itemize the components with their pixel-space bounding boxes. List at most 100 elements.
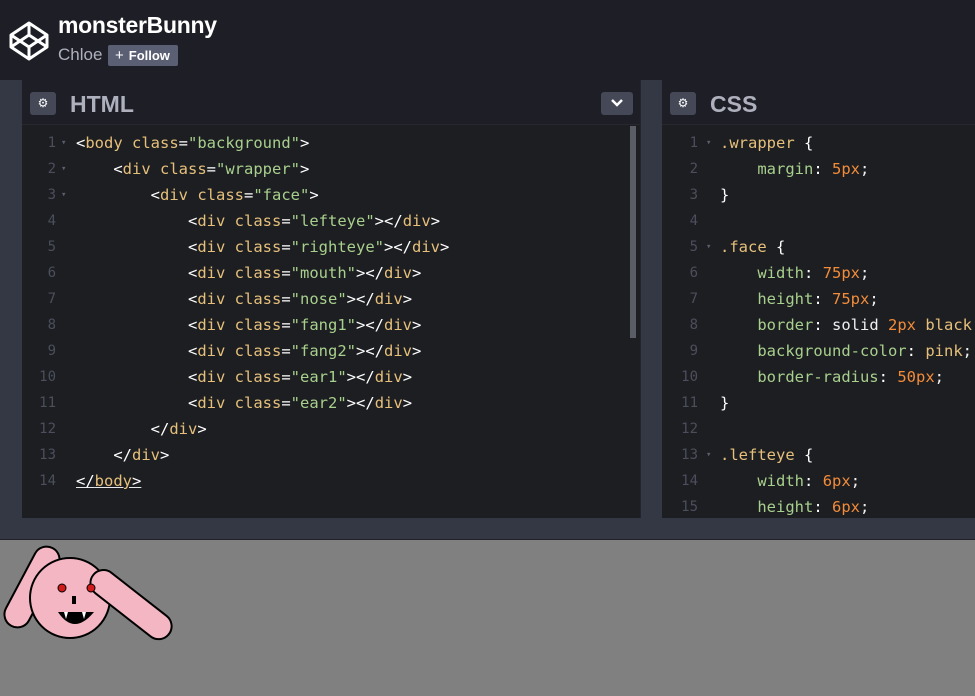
code-text: </div> <box>150 420 207 438</box>
code-text: width: 6px; <box>757 472 861 490</box>
code-text: margin: 5px; <box>757 160 870 178</box>
code-line[interactable]: 11} <box>662 390 975 416</box>
code-line[interactable]: 1 ▾ <body class="background"> <box>22 130 640 156</box>
line-number: 11 <box>681 395 698 411</box>
line-number: 7 <box>47 291 56 307</box>
code-line[interactable]: 4 <div class="lefteye"></div> <box>22 208 640 234</box>
code-line[interactable]: 4 <box>662 208 975 234</box>
gear-icon: ⚙ <box>37 96 49 110</box>
code-text: height: 75px; <box>757 290 879 308</box>
code-line[interactable]: 7 <div class="nose"></div> <box>22 286 640 312</box>
fold-arrow-icon[interactable]: ▾ <box>706 130 711 156</box>
code-text: border: solid 2px black; <box>757 316 975 334</box>
author-name[interactable]: Chloe <box>58 45 102 65</box>
html-collapse-button[interactable] <box>601 92 633 115</box>
line-number: 12 <box>39 421 56 437</box>
line-number: 7 <box>689 291 698 307</box>
code-line[interactable]: 5 ▾ .face { <box>662 234 975 260</box>
line-number: 10 <box>39 369 56 385</box>
code-line[interactable]: 7 height: 75px; <box>662 286 975 312</box>
css-editor-title: CSS <box>710 91 758 117</box>
fold-arrow-icon[interactable]: ▾ <box>61 130 66 156</box>
code-text: <div class="fang2"></div> <box>187 342 422 360</box>
line-number: 12 <box>681 421 698 437</box>
line-number: 1 <box>689 135 698 151</box>
code-text: <div class="nose"></div> <box>187 290 413 308</box>
html-scrollbar[interactable] <box>630 126 636 338</box>
code-line[interactable]: 15 height: 6px; <box>662 494 975 520</box>
line-number: 13 <box>39 447 56 463</box>
bunny-face <box>29 557 111 639</box>
line-number: 5 <box>689 239 698 255</box>
fold-arrow-icon[interactable]: ▾ <box>706 234 711 260</box>
code-line[interactable]: 1 ▾ .wrapper { <box>662 130 975 156</box>
code-line[interactable]: 14 </body> <box>22 468 640 494</box>
code-line[interactable]: 9 <div class="fang2"></div> <box>22 338 640 364</box>
code-line[interactable]: 2 ▾ <div class="wrapper"> <box>22 156 640 182</box>
code-line[interactable]: 11 <div class="ear2"></div> <box>22 390 640 416</box>
line-number: 6 <box>689 265 698 281</box>
code-line[interactable]: 3} <box>662 182 975 208</box>
code-text: <div class="righteye"></div> <box>187 238 450 256</box>
pen-title[interactable]: monsterBunny <box>58 12 217 39</box>
code-text: height: 6px; <box>757 498 870 516</box>
code-line[interactable]: 12 </div> <box>22 416 640 442</box>
fold-arrow-icon[interactable]: ▾ <box>61 182 66 208</box>
editor-resize-divider[interactable] <box>640 80 662 520</box>
line-number: 4 <box>689 213 698 229</box>
plus-icon: + <box>115 47 124 64</box>
code-line[interactable]: 5 <div class="righteye"></div> <box>22 234 640 260</box>
css-editor-pane: ⚙ CSS 1 ▾ .wrapper { 2 margin: 5px; 3} 4 5 ▾ .fa… <box>662 80 975 520</box>
line-number: 3 <box>47 187 56 203</box>
code-text: <div class="fang1"></div> <box>187 316 422 334</box>
code-text: .face { <box>720 238 786 256</box>
bunny-left-eye <box>57 583 67 593</box>
code-line[interactable]: 8 border: solid 2px black; <box>662 312 975 338</box>
line-number: 14 <box>681 473 698 489</box>
code-line[interactable]: 10 <div class="ear1"></div> <box>22 364 640 390</box>
code-line[interactable]: 10 border-radius: 50px; <box>662 364 975 390</box>
line-number: 10 <box>681 369 698 385</box>
line-number: 14 <box>39 473 56 489</box>
code-line[interactable]: 3 ▾ <div class="face"> <box>22 182 640 208</box>
css-code-area[interactable]: 1 ▾ .wrapper { 2 margin: 5px; 3} 4 5 ▾ .face { 6 … <box>662 126 975 520</box>
css-settings-button[interactable]: ⚙ <box>670 92 696 115</box>
result-preview <box>0 540 975 696</box>
line-number: 9 <box>689 343 698 359</box>
html-code-area[interactable]: 1 ▾ <body class="background"> 2 ▾ <div class… <box>22 126 640 520</box>
code-line[interactable]: 9 background-color: pink; <box>662 338 975 364</box>
code-text: .wrapper { <box>720 134 814 152</box>
code-text: </div> <box>113 446 170 464</box>
code-line[interactable]: 6 <div class="mouth"></div> <box>22 260 640 286</box>
code-line[interactable]: 13 ▾ .lefteye { <box>662 442 975 468</box>
fold-arrow-icon[interactable]: ▾ <box>706 442 711 468</box>
line-number: 13 <box>681 447 698 463</box>
follow-label: Follow <box>128 48 170 63</box>
editor-left-strip <box>0 80 22 520</box>
code-line[interactable]: 13 </div> <box>22 442 640 468</box>
gear-icon: ⚙ <box>677 96 689 110</box>
html-editor-pane: ⚙ HTML 1 ▾ <body class="background"> 2 ▾ <di… <box>22 80 640 520</box>
html-editor-title: HTML <box>70 91 134 117</box>
line-number: 9 <box>47 343 56 359</box>
line-number: 2 <box>47 161 56 177</box>
code-text: } <box>720 186 730 204</box>
code-line[interactable]: 14 width: 6px; <box>662 468 975 494</box>
code-text: <div class="ear1"></div> <box>187 368 413 386</box>
code-line[interactable]: 2 margin: 5px; <box>662 156 975 182</box>
line-number: 6 <box>47 265 56 281</box>
line-number: 4 <box>47 213 56 229</box>
code-text: <body class="background"> <box>76 134 310 152</box>
code-line[interactable]: 8 <div class="fang1"></div> <box>22 312 640 338</box>
fold-arrow-icon[interactable]: ▾ <box>61 156 66 182</box>
code-text: </body> <box>76 472 142 490</box>
follow-button[interactable]: + Follow <box>108 45 178 66</box>
html-settings-button[interactable]: ⚙ <box>30 92 56 115</box>
codepen-logo-icon[interactable] <box>8 20 50 62</box>
line-number: 11 <box>39 395 56 411</box>
css-editor-header: ⚙ CSS <box>662 80 975 125</box>
code-line[interactable]: 12 <box>662 416 975 442</box>
result-resize-bar[interactable] <box>0 518 975 540</box>
code-line[interactable]: 6 width: 75px; <box>662 260 975 286</box>
line-number: 5 <box>47 239 56 255</box>
